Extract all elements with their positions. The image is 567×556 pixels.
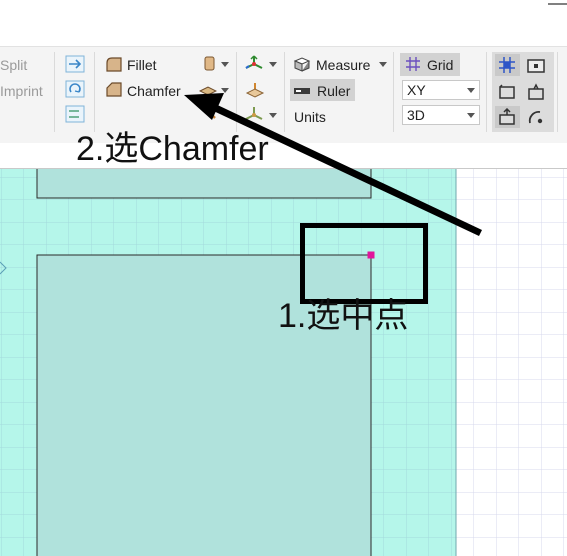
shell-icon[interactable] [201,55,219,71]
move-dropdown-icon[interactable] [269,62,277,67]
pencil-icon[interactable] [203,106,221,122]
ruler-icon [294,88,310,94]
view-mode-select-caret-icon [467,113,475,118]
snap-arc-icon[interactable] [526,108,546,126]
blend-dropdown-icon[interactable] [269,113,277,118]
design-canvas[interactable] [0,169,567,556]
plane-select[interactable]: XY [402,80,480,100]
ruler-button[interactable]: Ruler [317,83,350,99]
view-mode-select-value: 3D [407,107,425,123]
split-tool[interactable]: Split [0,57,27,73]
measure-button[interactable]: Measure [316,57,370,73]
pull-icon[interactable] [244,80,266,100]
ribbon-separator [486,52,487,132]
blend-icon[interactable] [243,105,265,125]
measure-dropdown-icon[interactable] [379,62,387,67]
plane-select-caret-icon [467,88,475,93]
grid-icon [406,57,420,71]
ribbon-separator [284,52,285,132]
chamfer-button[interactable]: Chamfer [127,83,181,99]
offset-dropdown-icon[interactable] [221,88,229,93]
step2-annotation: 2.选Chamfer [76,130,269,168]
ribbon-separator [236,52,237,132]
fillet-button[interactable]: Fillet [127,57,157,73]
view-mode-select[interactable]: 3D [402,105,480,125]
offset-icon[interactable] [199,82,217,98]
selected-midpoint[interactable] [367,251,375,259]
chamfer-icon [106,82,122,97]
ribbon-separator [94,52,95,132]
step1-annotation: 1.选中点 [278,297,409,335]
replace-icon[interactable] [65,105,85,123]
ribbon-separator [54,52,55,132]
units-button[interactable]: Units [294,109,326,125]
shell-dropdown-icon[interactable] [221,62,229,67]
snap-face-icon[interactable] [526,83,546,101]
canvas-grid-outer [456,169,567,556]
snap-grid-icon[interactable] [497,56,517,74]
ribbon-separator [393,52,394,132]
upper-face[interactable] [36,169,372,199]
move-axes-icon[interactable] [243,54,265,74]
measure-icon [293,57,311,72]
ribbon-separator [557,52,558,132]
window-top-strip [0,0,567,46]
snap-edge-icon[interactable] [497,83,517,101]
move-arrow-icon[interactable] [65,55,85,73]
plane-select-value: XY [407,82,426,98]
imprint-tool[interactable]: Imprint [0,83,43,99]
grid-button[interactable]: Grid [427,57,453,73]
snap-vertex-icon[interactable] [497,108,517,126]
snap-center-icon[interactable] [526,57,546,75]
rotate-icon[interactable] [65,80,85,98]
fillet-icon [106,57,122,72]
